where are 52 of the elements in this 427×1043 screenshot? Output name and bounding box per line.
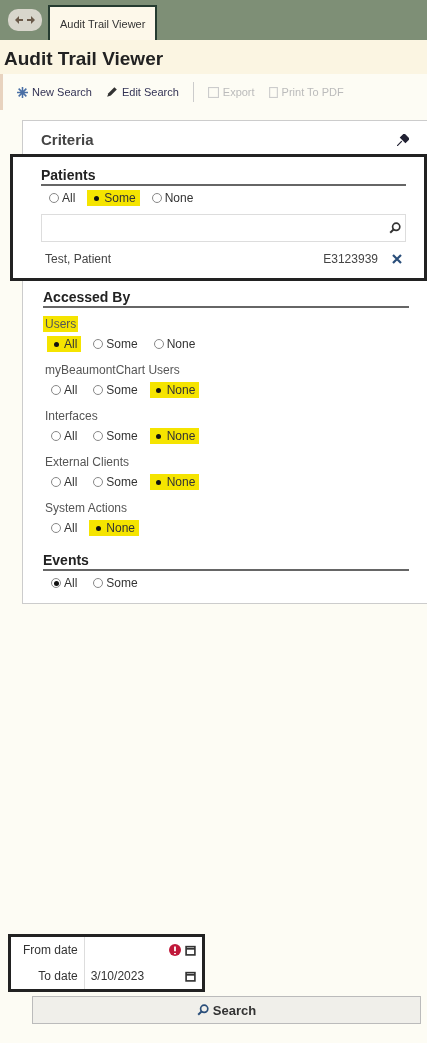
pin-icon[interactable]	[397, 133, 409, 146]
radio-option[interactable]: Some	[89, 474, 142, 490]
radio-option[interactable]: All	[47, 382, 82, 398]
radio-option[interactable]: None	[149, 336, 200, 352]
snowflake-icon	[17, 86, 28, 98]
date-label: To date	[37, 968, 79, 985]
back-forward-button[interactable]	[8, 9, 42, 31]
calendar-icon[interactable]	[184, 970, 196, 982]
spreadsheet-icon	[207, 86, 219, 98]
radio-option[interactable]: None	[149, 428, 200, 444]
radio-option[interactable]: All	[47, 474, 82, 490]
radio-option[interactable]: None	[149, 474, 200, 490]
group-label: System Actions	[44, 500, 129, 516]
patient-id: E3123939	[323, 252, 378, 266]
radio-option[interactable]: All	[47, 520, 82, 536]
patient-name: Test, Patient	[45, 252, 113, 266]
section-title: Events	[43, 552, 409, 571]
patient-search-field[interactable]	[41, 214, 406, 242]
calendar-icon[interactable]	[184, 944, 196, 956]
radio-option[interactable]: None	[149, 382, 200, 398]
group-label: Interfaces	[44, 408, 99, 424]
radio-option[interactable]: Some	[89, 382, 142, 398]
group-label: External Clients	[44, 454, 131, 470]
close-icon[interactable]	[392, 254, 402, 264]
pencil-icon	[105, 86, 118, 98]
section-title: Patients	[41, 167, 406, 186]
error-icon	[168, 944, 181, 956]
search-icon	[389, 222, 401, 234]
section-title: Accessed By	[43, 289, 409, 308]
radio-option[interactable]: All	[47, 575, 82, 591]
group-label: myBeaumontChart Users	[44, 362, 181, 378]
radio-option[interactable]: Some	[87, 190, 140, 206]
date-label: From date	[22, 942, 79, 959]
arrows-icon	[14, 15, 36, 25]
page-title: Audit Trail Viewer	[0, 40, 427, 74]
group-label: Users	[43, 316, 79, 332]
tab[interactable]: Audit Trail Viewer	[48, 5, 158, 40]
search-icon	[196, 1004, 209, 1016]
document-icon	[268, 86, 278, 98]
radio-option[interactable]: All	[47, 336, 82, 352]
toolbar-button[interactable]: New Search	[17, 86, 92, 98]
radio-option[interactable]: Some	[89, 575, 142, 591]
radio-option[interactable]: All	[47, 428, 82, 444]
search-button[interactable]: Search	[32, 996, 421, 1024]
radio-option[interactable]: None	[89, 520, 140, 536]
radio-option[interactable]: Some	[89, 336, 142, 352]
radio-option[interactable]: None	[147, 190, 198, 206]
radio-option[interactable]: Some	[89, 428, 142, 444]
toolbar-button[interactable]: Edit Search	[105, 86, 179, 98]
panel-title: Criteria	[41, 131, 94, 148]
date-field[interactable]: 3/10/2023	[83, 963, 202, 989]
radio-option[interactable]: All	[45, 190, 80, 206]
